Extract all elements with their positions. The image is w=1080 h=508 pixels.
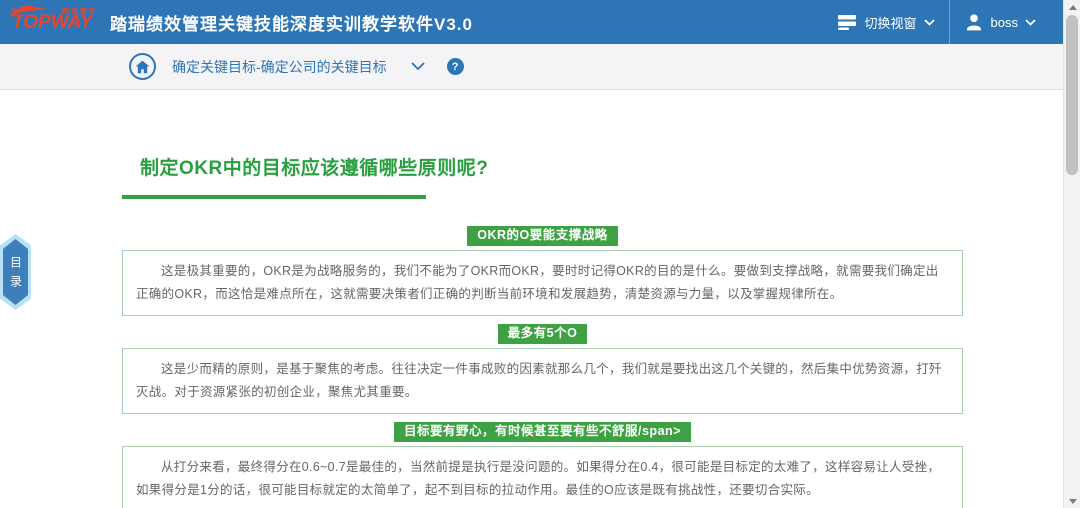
section-heading-badge: OKR的O要能支撑战略: [467, 226, 618, 246]
chevron-down-icon: [1025, 19, 1036, 26]
section-body-text: 这是极其重要的，OKR是为战略服务的，我们不能为了OKR而OKR，要时时记得OK…: [136, 260, 949, 306]
top-header: TOPWAY 踏瑞软件 踏瑞绩效管理关键技能深度实训教学软件V3.0 切换视窗 …: [0, 0, 1080, 44]
breadcrumb: 确定关键目标-确定公司的关键目标: [172, 57, 387, 77]
app-title: 踏瑞绩效管理关键技能深度实训教学软件V3.0: [110, 10, 473, 35]
page-title: 制定OKR中的目标应该遵循哪些原则呢?: [122, 153, 963, 180]
main-content: 制定OKR中的目标应该遵循哪些原则呢? OKR的O要能支撑战略 这是极其重要的，…: [0, 153, 1080, 508]
section-body-box: 这是极其重要的，OKR是为战略服务的，我们不能为了OKR而OKR，要时时记得OK…: [122, 250, 963, 316]
triangle-up-icon: [1069, 5, 1077, 10]
okr-section: 最多有5个O 这是少而精的原则，是基于聚焦的考虑。往往决定一件事成败的因素就那么…: [122, 324, 963, 414]
section-body-text: 从打分来看，最终得分在0.6~0.7是最佳的，当然前提是执行是没问题的。如果得分…: [136, 456, 949, 502]
scrollbar-thumb[interactable]: [1066, 15, 1078, 175]
switch-view-icon: [836, 13, 858, 31]
home-button[interactable]: [129, 53, 156, 80]
switch-view-menu[interactable]: 切换视窗: [822, 0, 949, 44]
okr-section: OKR的O要能支撑战略 这是极其重要的，OKR是为战略服务的，我们不能为了OKR…: [122, 226, 963, 316]
okr-section: 目标要有野心，有时候甚至要有些不舒服/span> 从打分来看，最终得分在0.6~…: [122, 422, 963, 508]
user-menu[interactable]: boss: [950, 0, 1050, 44]
topway-logo: TOPWAY 踏瑞软件: [8, 3, 100, 41]
section-body-box: 从打分来看，最终得分在0.6~0.7是最佳的，当然前提是执行是没问题的。如果得分…: [122, 446, 963, 508]
vertical-scrollbar[interactable]: [1063, 0, 1080, 508]
title-underline: [122, 195, 426, 199]
chevron-down-icon: [411, 62, 425, 71]
breadcrumb-bar: 确定关键目标-确定公司的关键目标 ?: [0, 44, 1080, 90]
app-window: TOPWAY 踏瑞软件 踏瑞绩效管理关键技能深度实训教学软件V3.0 切换视窗 …: [0, 0, 1080, 508]
toc-tab-inner: 目录: [3, 239, 28, 305]
scroll-up-arrow[interactable]: [1064, 0, 1080, 14]
question-mark-icon: ?: [452, 61, 459, 73]
breadcrumb-dropdown-chevron[interactable]: [411, 62, 425, 71]
user-name: boss: [991, 15, 1018, 30]
scroll-down-arrow[interactable]: [1064, 494, 1080, 508]
logo-sub-text: 踏瑞软件: [62, 6, 98, 16]
toc-tab-label: 目录: [10, 250, 22, 294]
home-icon: [135, 60, 150, 74]
triangle-down-icon: [1069, 499, 1077, 504]
chevron-down-icon: [924, 19, 935, 26]
switch-view-label: 切换视窗: [865, 13, 917, 32]
user-icon: [964, 12, 984, 32]
help-button[interactable]: ?: [447, 58, 464, 75]
section-body-text: 这是少而精的原则，是基于聚焦的考虑。往往决定一件事成败的因素就那么几个，我们就是…: [136, 358, 949, 404]
section-body-box: 这是少而精的原则，是基于聚焦的考虑。往往决定一件事成败的因素就那么几个，我们就是…: [122, 348, 963, 414]
toc-tab[interactable]: 目录: [0, 234, 31, 310]
section-heading-badge: 最多有5个O: [498, 324, 588, 344]
section-heading-badge: 目标要有野心，有时候甚至要有些不舒服/span>: [394, 422, 691, 442]
